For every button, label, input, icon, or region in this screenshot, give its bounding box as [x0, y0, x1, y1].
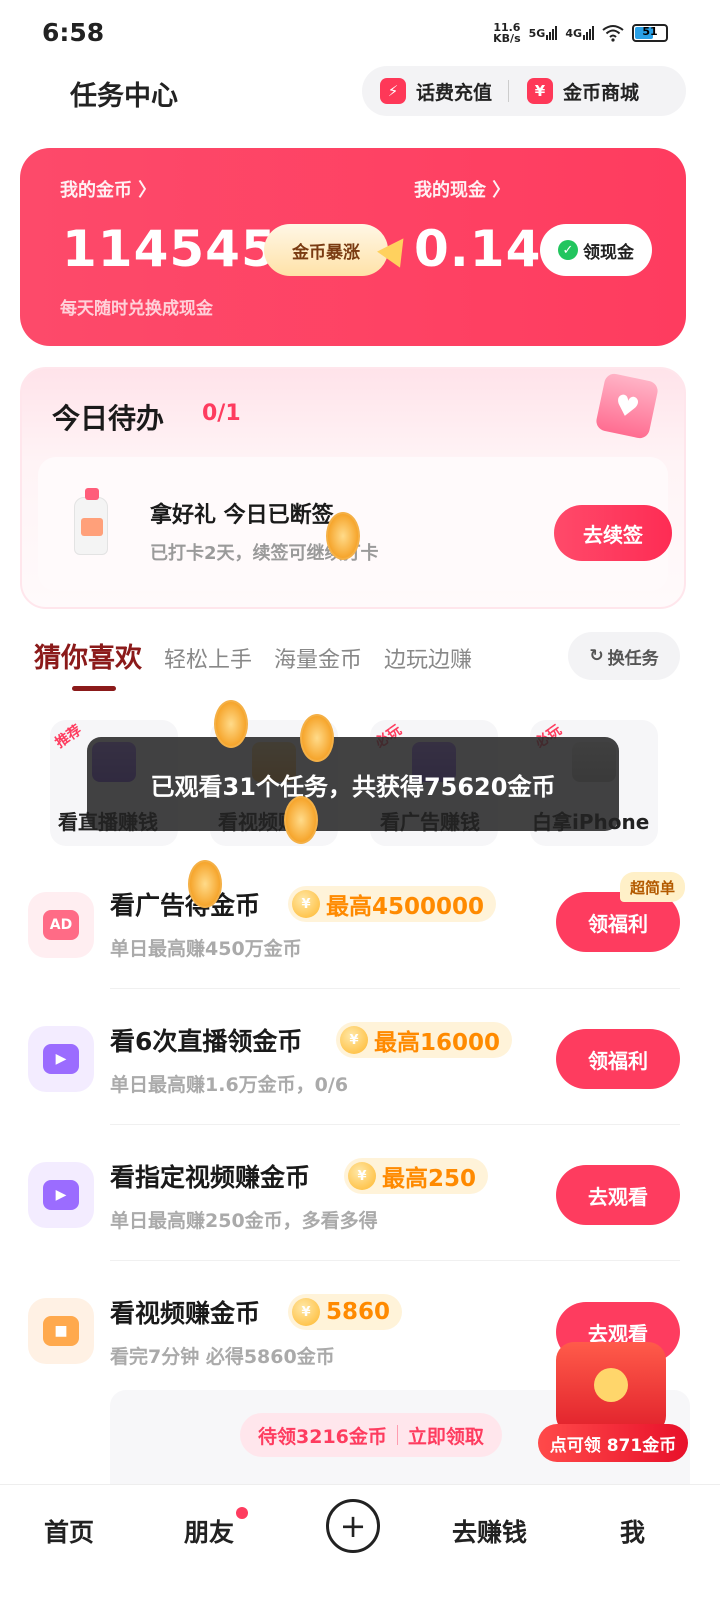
task-desc: 单日最高赚250金币，多看多得 — [110, 1210, 378, 1232]
tab-easy-start[interactable]: 轻松上手 — [164, 642, 252, 674]
envelope-claim-label[interactable]: 点可领 871金币 — [538, 1424, 688, 1462]
task-title: 看视频赚金币 — [110, 1299, 261, 1328]
withdraw-cash-button[interactable]: ✓ 领现金 — [540, 224, 652, 276]
todo-item-title: 拿好礼 今日已断签 — [150, 503, 334, 528]
plus-icon[interactable]: + — [326, 1499, 380, 1553]
tab-guess-you-like[interactable]: 猜你喜欢 — [34, 636, 142, 675]
signal-5g-icon: 5G — [529, 26, 558, 40]
task-desc: 单日最高赚450万金币 — [110, 938, 302, 960]
flying-coin-icon — [214, 700, 248, 748]
tab-indicator — [72, 686, 116, 691]
coin-card-subtitle: 每天随时兑换成现金 — [60, 299, 213, 319]
task-reward: ¥ 最高16000 — [336, 1022, 513, 1058]
cash-balance: 0.14 — [414, 220, 542, 278]
play-icon: ▶ — [28, 1162, 94, 1228]
tile-label: 白拿iPhone — [532, 810, 650, 834]
signal-4g-icon: 4G — [565, 26, 594, 40]
wechat-icon: ✓ — [558, 240, 578, 260]
flying-coin-icon — [326, 512, 360, 560]
nav-me[interactable]: 我 — [620, 1513, 645, 1549]
status-time: 6:58 — [42, 18, 105, 47]
ad-icon: AD — [28, 892, 94, 958]
tile-tag: 推荐 — [52, 722, 85, 752]
tab-play-and-earn[interactable]: 边玩边赚 — [384, 642, 472, 674]
tile-label: 看广告赚钱 — [380, 810, 480, 834]
todo-card: 今日待办 0/1 ♥ 拿好礼 今日已断签 已打卡2天，续签可继续打卡 去续签 — [20, 367, 686, 609]
todo-title: 今日待办 — [52, 402, 165, 435]
red-envelope-icon[interactable] — [556, 1342, 666, 1434]
flying-coin-icon — [284, 796, 318, 844]
my-cash-link[interactable]: 我的现金 〉 — [414, 176, 510, 202]
header-shortcuts: ⚡ 话费充值 ¥ 金币商城 — [362, 66, 686, 116]
tab-massive-coins[interactable]: 海量金币 — [274, 642, 362, 674]
wifi-icon — [602, 25, 624, 42]
divider — [110, 988, 680, 989]
coin-icon: ¥ — [292, 1298, 320, 1326]
task-title: 看指定视频赚金币 — [110, 1163, 311, 1192]
refresh-icon: ↻ — [589, 646, 604, 666]
task-reward: ¥ 5860 — [288, 1294, 403, 1330]
coin-balance: 114545 — [62, 220, 277, 278]
battery-icon: 51 — [632, 24, 668, 42]
coin-icon: ¥ — [292, 890, 320, 918]
task-tabs: 猜你喜欢 轻松上手 海量金币 边玩边赚 — [34, 636, 472, 675]
nav-earn[interactable]: 去赚钱 — [452, 1513, 527, 1549]
net-speed: 11.6 KB/s — [493, 21, 521, 45]
coin-balance-card: 我的金币 〉 114545 金币暴涨 我的现金 〉 0.14 ✓ 领现金 每天随… — [20, 148, 686, 346]
resign-button[interactable]: 去续签 — [554, 505, 672, 561]
lightning-icon: ⚡ — [380, 78, 406, 104]
super-easy-badge: 超简单 — [620, 872, 686, 902]
page-title: 任务中心 — [70, 81, 178, 112]
video-icon: ■ — [28, 1298, 94, 1364]
swap-tasks-button[interactable]: ↻ 换任务 — [568, 632, 680, 680]
todo-count: 0/1 — [202, 401, 241, 426]
divider — [110, 1260, 680, 1261]
status-bar: 6:58 11.6 KB/s 5G 4G 51 — [0, 0, 720, 64]
video-camera-icon: ▶ — [28, 1026, 94, 1092]
tile-label: 看直播赚钱 — [58, 810, 158, 834]
bottom-nav: 首页 朋友 + 去赚钱 我 — [0, 1484, 720, 1600]
nav-friends[interactable]: 朋友 — [184, 1513, 234, 1549]
divider — [396, 1425, 398, 1445]
pending-coins-pill[interactable]: 待领3216金币 立即领取 — [240, 1413, 502, 1457]
task-title: 看6次直播领金币 — [110, 1027, 303, 1056]
coin-icon: ¥ — [348, 1162, 376, 1190]
yen-ticket-icon: ¥ — [527, 78, 554, 104]
coin-icon: ¥ — [340, 1026, 368, 1054]
task-desc: 单日最高赚1.6万金币，0/6 — [110, 1074, 349, 1096]
flying-coin-icon — [188, 860, 222, 908]
task-title: 看广告得金币 — [110, 891, 261, 920]
divider — [110, 1124, 680, 1125]
coin-surge-badge[interactable]: 金币暴涨 — [264, 224, 388, 276]
claim-welfare-button[interactable]: 领福利 — [556, 1029, 680, 1089]
status-indicators: 11.6 KB/s 5G 4G 51 — [493, 22, 668, 44]
notification-dot — [236, 1507, 248, 1519]
nav-home[interactable]: 首页 — [44, 1513, 94, 1549]
task-desc: 看完7分钟 必得5860金币 — [110, 1346, 335, 1368]
coin-mall-link[interactable]: ¥ 金币商城 — [509, 78, 639, 105]
flying-coin-icon — [300, 714, 334, 762]
heart-calendar-icon: ♥ — [594, 372, 660, 440]
watch-button[interactable]: 去观看 — [556, 1165, 680, 1225]
detergent-bottle-icon — [74, 488, 108, 555]
my-coins-link[interactable]: 我的金币 〉 — [60, 176, 156, 202]
task-reward: ¥ 最高250 — [344, 1158, 489, 1194]
task-reward: ¥ 最高4500000 — [288, 886, 497, 922]
recharge-link[interactable]: ⚡ 话费充值 — [362, 78, 492, 105]
